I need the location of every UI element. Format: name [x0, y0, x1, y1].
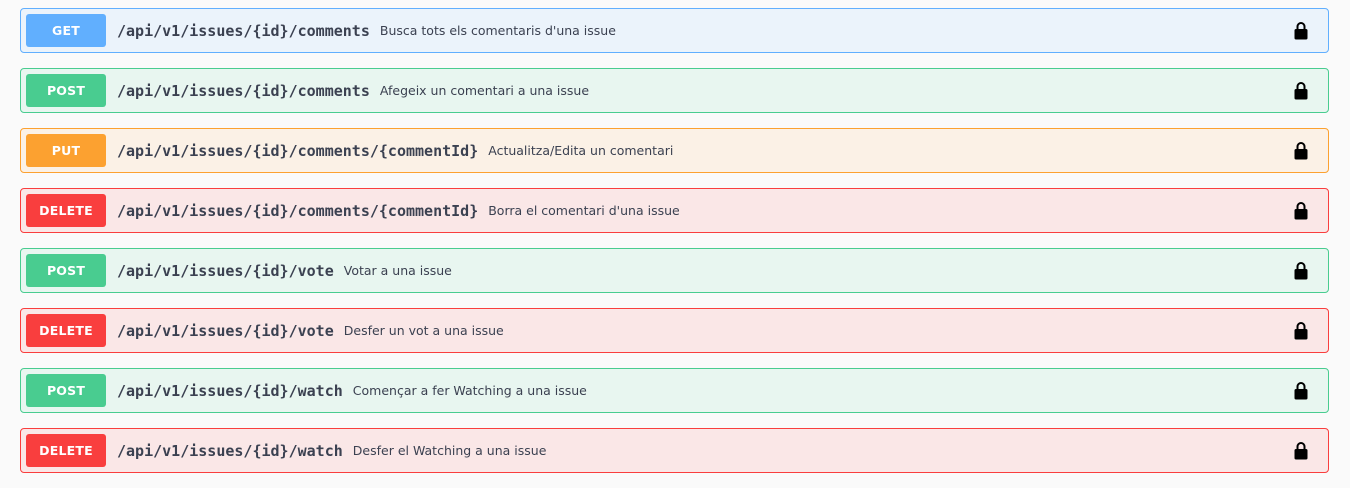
operation-path: /api/v1/issues/{id}/watch	[117, 441, 343, 460]
operations-list: GET /api/v1/issues/{id}/comments Busca t…	[20, 8, 1329, 488]
operation-path: /api/v1/issues/{id}/comments/{commentId}	[117, 141, 479, 160]
lock-icon[interactable]	[1294, 321, 1308, 340]
operation-path: /api/v1/issues/{id}/comments	[117, 81, 370, 100]
lock-icon[interactable]	[1294, 81, 1308, 100]
operation-description: Votar a una issue	[343, 263, 452, 278]
operation-post-watch[interactable]: POST /api/v1/issues/{id}/watch Començar …	[20, 368, 1329, 413]
lock-icon[interactable]	[1294, 381, 1308, 400]
operation-description: Desfer el Watching a una issue	[352, 443, 547, 458]
operation-description: Desfer un vot a una issue	[343, 323, 504, 338]
lock-icon[interactable]	[1294, 441, 1308, 460]
operation-get-comments[interactable]: GET /api/v1/issues/{id}/comments Busca t…	[20, 8, 1329, 53]
method-badge: DELETE	[26, 314, 106, 347]
operation-description: Busca tots els comentaris d'una issue	[379, 23, 616, 38]
lock-icon[interactable]	[1294, 21, 1308, 40]
method-badge: POST	[26, 254, 106, 287]
method-badge: DELETE	[26, 194, 106, 227]
method-badge: POST	[26, 374, 106, 407]
lock-icon[interactable]	[1294, 261, 1308, 280]
operation-delete-comment[interactable]: DELETE /api/v1/issues/{id}/comments/{com…	[20, 188, 1329, 233]
method-badge: PUT	[26, 134, 106, 167]
operation-path: /api/v1/issues/{id}/comments	[117, 21, 370, 40]
lock-icon[interactable]	[1294, 201, 1308, 220]
operation-description: Actualitza/Edita un comentari	[488, 143, 674, 158]
method-badge: GET	[26, 14, 106, 47]
operation-description: Començar a fer Watching a una issue	[352, 383, 587, 398]
operation-put-comment[interactable]: PUT /api/v1/issues/{id}/comments/{commen…	[20, 128, 1329, 173]
lock-icon[interactable]	[1294, 141, 1308, 160]
operation-path: /api/v1/issues/{id}/comments/{commentId}	[117, 201, 479, 220]
operation-path: /api/v1/issues/{id}/vote	[117, 321, 334, 340]
operation-description: Afegeix un comentari a una issue	[379, 83, 590, 98]
operation-post-comments[interactable]: POST /api/v1/issues/{id}/comments Afegei…	[20, 68, 1329, 113]
method-badge: POST	[26, 74, 106, 107]
operation-path: /api/v1/issues/{id}/vote	[117, 261, 334, 280]
operation-path: /api/v1/issues/{id}/watch	[117, 381, 343, 400]
operation-delete-watch[interactable]: DELETE /api/v1/issues/{id}/watch Desfer …	[20, 428, 1329, 473]
operation-delete-vote[interactable]: DELETE /api/v1/issues/{id}/vote Desfer u…	[20, 308, 1329, 353]
method-badge: DELETE	[26, 434, 106, 467]
operation-description: Borra el comentari d'una issue	[488, 203, 680, 218]
operation-post-vote[interactable]: POST /api/v1/issues/{id}/vote Votar a un…	[20, 248, 1329, 293]
